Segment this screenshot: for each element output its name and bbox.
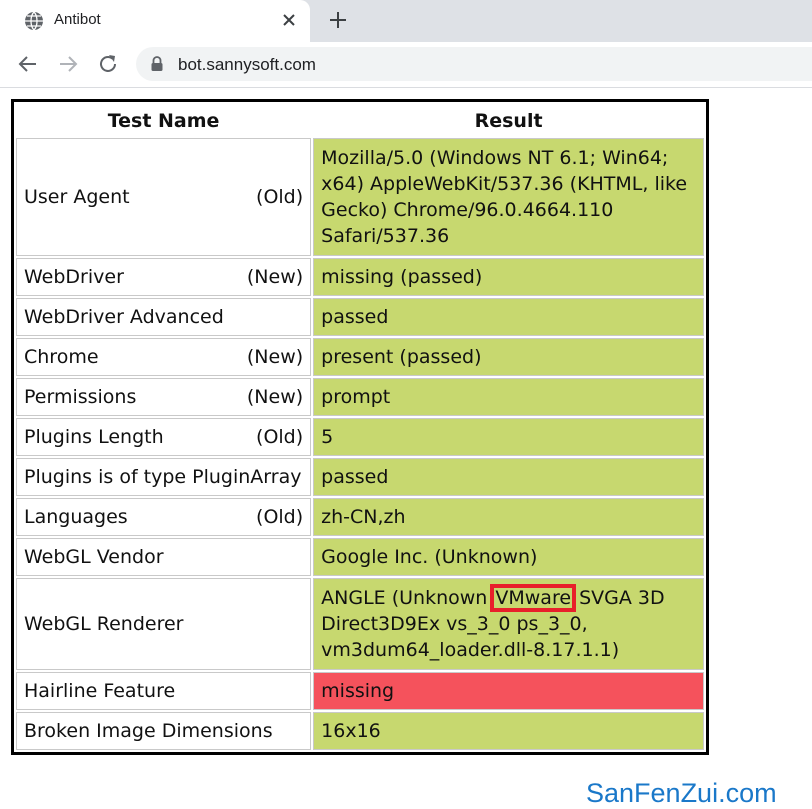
test-name-cell: User Agent (Old): [16, 138, 312, 256]
test-tag: (Old): [256, 506, 304, 528]
watermark-text: SanFenZui.com: [586, 778, 777, 808]
table-row: Hairline Feature missing: [16, 672, 704, 710]
test-name-cell: Permissions (New): [16, 378, 312, 416]
test-name: Permissions: [24, 386, 137, 408]
table-row: Plugins is of type PluginArray passed: [16, 458, 704, 496]
table-row: WebDriver Advanced passed: [16, 298, 704, 336]
table-row: WebGL Vendor Google Inc. (Unknown): [16, 538, 704, 576]
header-result: Result: [474, 110, 543, 132]
test-name-cell: WebGL Vendor: [16, 538, 312, 576]
test-name: Plugins is of type PluginArray: [24, 466, 302, 488]
result-cell: Google Inc. (Unknown): [313, 538, 704, 576]
table-row: User Agent (Old) Mozilla/5.0 (Windows NT …: [16, 138, 704, 256]
test-name: Languages: [24, 506, 128, 528]
close-icon[interactable]: [278, 9, 300, 31]
table-row: Languages (Old) zh-CN,zh: [16, 498, 704, 536]
test-tag: (New): [246, 346, 304, 368]
browser-tab[interactable]: Antibot: [0, 0, 310, 42]
globe-icon: [25, 11, 43, 31]
reload-icon[interactable]: [96, 52, 120, 76]
test-name-cell: Languages (Old): [16, 498, 312, 536]
test-name-cell: WebDriver Advanced: [16, 298, 312, 336]
address-bar[interactable]: bot.sannysoft.com: [136, 47, 812, 81]
table-row: WebDriver (New) missing (passed): [16, 258, 704, 296]
lock-icon[interactable]: [150, 56, 164, 72]
results-table: Test Name Result User Agent (Old) Mozilla…: [11, 99, 709, 755]
table-row: Broken Image Dimensions 16x16: [16, 712, 704, 750]
result-cell: prompt: [313, 378, 704, 416]
test-tag: (New): [246, 266, 304, 288]
plus-icon[interactable]: [326, 8, 350, 32]
test-name-cell: Plugins is of type PluginArray: [16, 458, 312, 496]
tab-strip: Antibot: [0, 0, 812, 42]
table-row: Permissions (New) prompt: [16, 378, 704, 416]
back-arrow-icon[interactable]: [16, 52, 40, 76]
highlighted-result-text: VMware: [490, 584, 577, 612]
test-tag: (New): [246, 386, 304, 408]
test-tag: (Old): [256, 186, 304, 208]
test-name-cell: Broken Image Dimensions: [16, 712, 312, 750]
test-name: Chrome: [24, 346, 99, 368]
test-tag: (Old): [256, 426, 304, 448]
tab-title: Antibot: [54, 11, 101, 28]
test-name: WebGL Renderer: [24, 613, 184, 635]
result-cell: passed: [313, 298, 704, 336]
test-name: WebDriver: [24, 266, 124, 288]
browser-toolbar: bot.sannysoft.com: [0, 42, 812, 88]
table-row: Plugins Length (Old) 5: [16, 418, 704, 456]
result-text-before: ANGLE (Unknown: [321, 587, 494, 609]
forward-arrow-icon[interactable]: [56, 52, 80, 76]
url-text[interactable]: bot.sannysoft.com: [178, 55, 316, 75]
result-cell: missing (passed): [313, 258, 704, 296]
test-name: WebDriver Advanced: [24, 306, 224, 328]
test-name-cell: Plugins Length (Old): [16, 418, 312, 456]
table-row: Chrome (New) present (passed): [16, 338, 704, 376]
test-name-cell: WebDriver (New): [16, 258, 312, 296]
header-test-name: Test Name: [107, 110, 220, 132]
result-cell: 5: [313, 418, 704, 456]
result-cell: present (passed): [313, 338, 704, 376]
test-name: Broken Image Dimensions: [24, 720, 273, 742]
table-header-row: Test Name Result: [16, 104, 704, 136]
result-cell: ANGLE (Unknown VMware SVGA 3D Direct3D9E…: [313, 578, 704, 670]
result-cell: Mozilla/5.0 (Windows NT 6.1; Win64; x64)…: [313, 138, 704, 256]
result-cell: zh-CN,zh: [313, 498, 704, 536]
test-name-cell: Hairline Feature: [16, 672, 312, 710]
test-name: WebGL Vendor: [24, 546, 164, 568]
test-name: User Agent: [24, 186, 130, 208]
result-cell: 16x16: [313, 712, 704, 750]
test-name: Hairline Feature: [24, 680, 176, 702]
table-row: WebGL Renderer ANGLE (Unknown VMware SVG…: [16, 578, 704, 670]
result-cell: passed: [313, 458, 704, 496]
test-name: Plugins Length: [24, 426, 164, 448]
test-name-cell: Chrome (New): [16, 338, 312, 376]
test-name-cell: WebGL Renderer: [16, 578, 312, 670]
result-cell: missing: [313, 672, 704, 710]
